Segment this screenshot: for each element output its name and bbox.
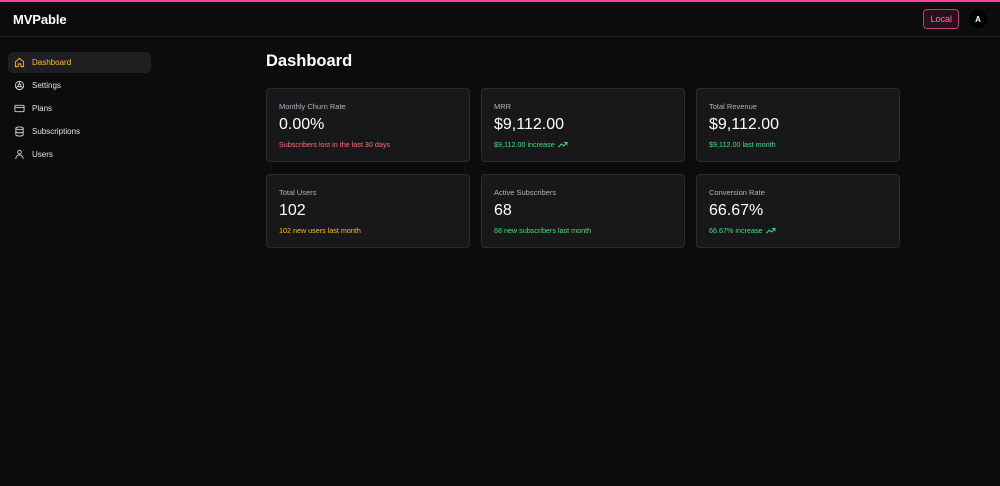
sidebar-item-label: Plans xyxy=(32,104,52,113)
sidebar-item-label: Subscriptions xyxy=(32,127,80,136)
stat-card-mrr: MRR $9,112.00 $9,112.00 increase xyxy=(481,88,685,162)
settings-icon xyxy=(13,80,25,92)
home-icon xyxy=(13,57,25,69)
card-value: 68 xyxy=(494,202,672,221)
stats-grid: Monthly Churn Rate 0.00% Subscribers los… xyxy=(266,88,901,248)
card-subtext-label: $9,112.00 last month xyxy=(709,140,776,149)
top-header: MVPable Local A xyxy=(0,2,1000,37)
trending-up-icon xyxy=(766,227,776,234)
brand-logo[interactable]: MVPable xyxy=(13,12,66,27)
card-subtext: 68 new subscribers last month xyxy=(494,226,672,235)
card-label: MRR xyxy=(494,102,672,111)
card-subtext: $9,112.00 increase xyxy=(494,140,672,149)
card-label: Conversion Rate xyxy=(709,188,887,197)
sidebar: Dashboard Settings Plans Subscriptions U… xyxy=(8,52,151,167)
card-value: $9,112.00 xyxy=(494,116,672,135)
stat-card-active-subscribers: Active Subscribers 68 68 new subscribers… xyxy=(481,174,685,248)
sidebar-item-label: Dashboard xyxy=(32,58,71,67)
card-subtext: $9,112.00 last month xyxy=(709,140,887,149)
card-subtext-label: 68 new subscribers last month xyxy=(494,226,591,235)
credit-card-icon xyxy=(13,103,25,115)
sidebar-item-settings[interactable]: Settings xyxy=(8,75,151,96)
sidebar-item-label: Settings xyxy=(32,81,61,90)
card-label: Monthly Churn Rate xyxy=(279,102,457,111)
environment-badge[interactable]: Local xyxy=(923,9,959,29)
card-value: $9,112.00 xyxy=(709,116,887,135)
card-subtext: 66.67% increase xyxy=(709,226,887,235)
sidebar-item-subscriptions[interactable]: Subscriptions xyxy=(8,121,151,142)
card-label: Total Revenue xyxy=(709,102,887,111)
main-content: Dashboard Monthly Churn Rate 0.00% Subsc… xyxy=(266,52,901,248)
sidebar-item-users[interactable]: Users xyxy=(8,144,151,165)
card-subtext: 102 new users last month xyxy=(279,226,457,235)
header-actions: Local A xyxy=(923,9,987,29)
card-value: 66.67% xyxy=(709,202,887,221)
user-icon xyxy=(13,149,25,161)
stat-card-revenue: Total Revenue $9,112.00 $9,112.00 last m… xyxy=(696,88,900,162)
stat-card-conversion: Conversion Rate 66.67% 66.67% increase xyxy=(696,174,900,248)
sidebar-item-plans[interactable]: Plans xyxy=(8,98,151,119)
card-label: Active Subscribers xyxy=(494,188,672,197)
card-subtext-label: 102 new users last month xyxy=(279,226,361,235)
stat-card-total-users: Total Users 102 102 new users last month xyxy=(266,174,470,248)
avatar[interactable]: A xyxy=(969,10,987,28)
stat-card-churn: Monthly Churn Rate 0.00% Subscribers los… xyxy=(266,88,470,162)
card-value: 0.00% xyxy=(279,116,457,135)
database-icon xyxy=(13,126,25,138)
card-subtext-label: Subscribers lost in the last 30 days xyxy=(279,140,390,149)
card-subtext-label: 66.67% increase xyxy=(709,226,763,235)
card-subtext-label: $9,112.00 increase xyxy=(494,140,555,149)
page-title: Dashboard xyxy=(266,52,901,72)
card-subtext: Subscribers lost in the last 30 days xyxy=(279,140,457,149)
trending-up-icon xyxy=(558,141,568,148)
sidebar-item-label: Users xyxy=(32,150,53,159)
card-value: 102 xyxy=(279,202,457,221)
card-label: Total Users xyxy=(279,188,457,197)
sidebar-item-dashboard[interactable]: Dashboard xyxy=(8,52,151,73)
